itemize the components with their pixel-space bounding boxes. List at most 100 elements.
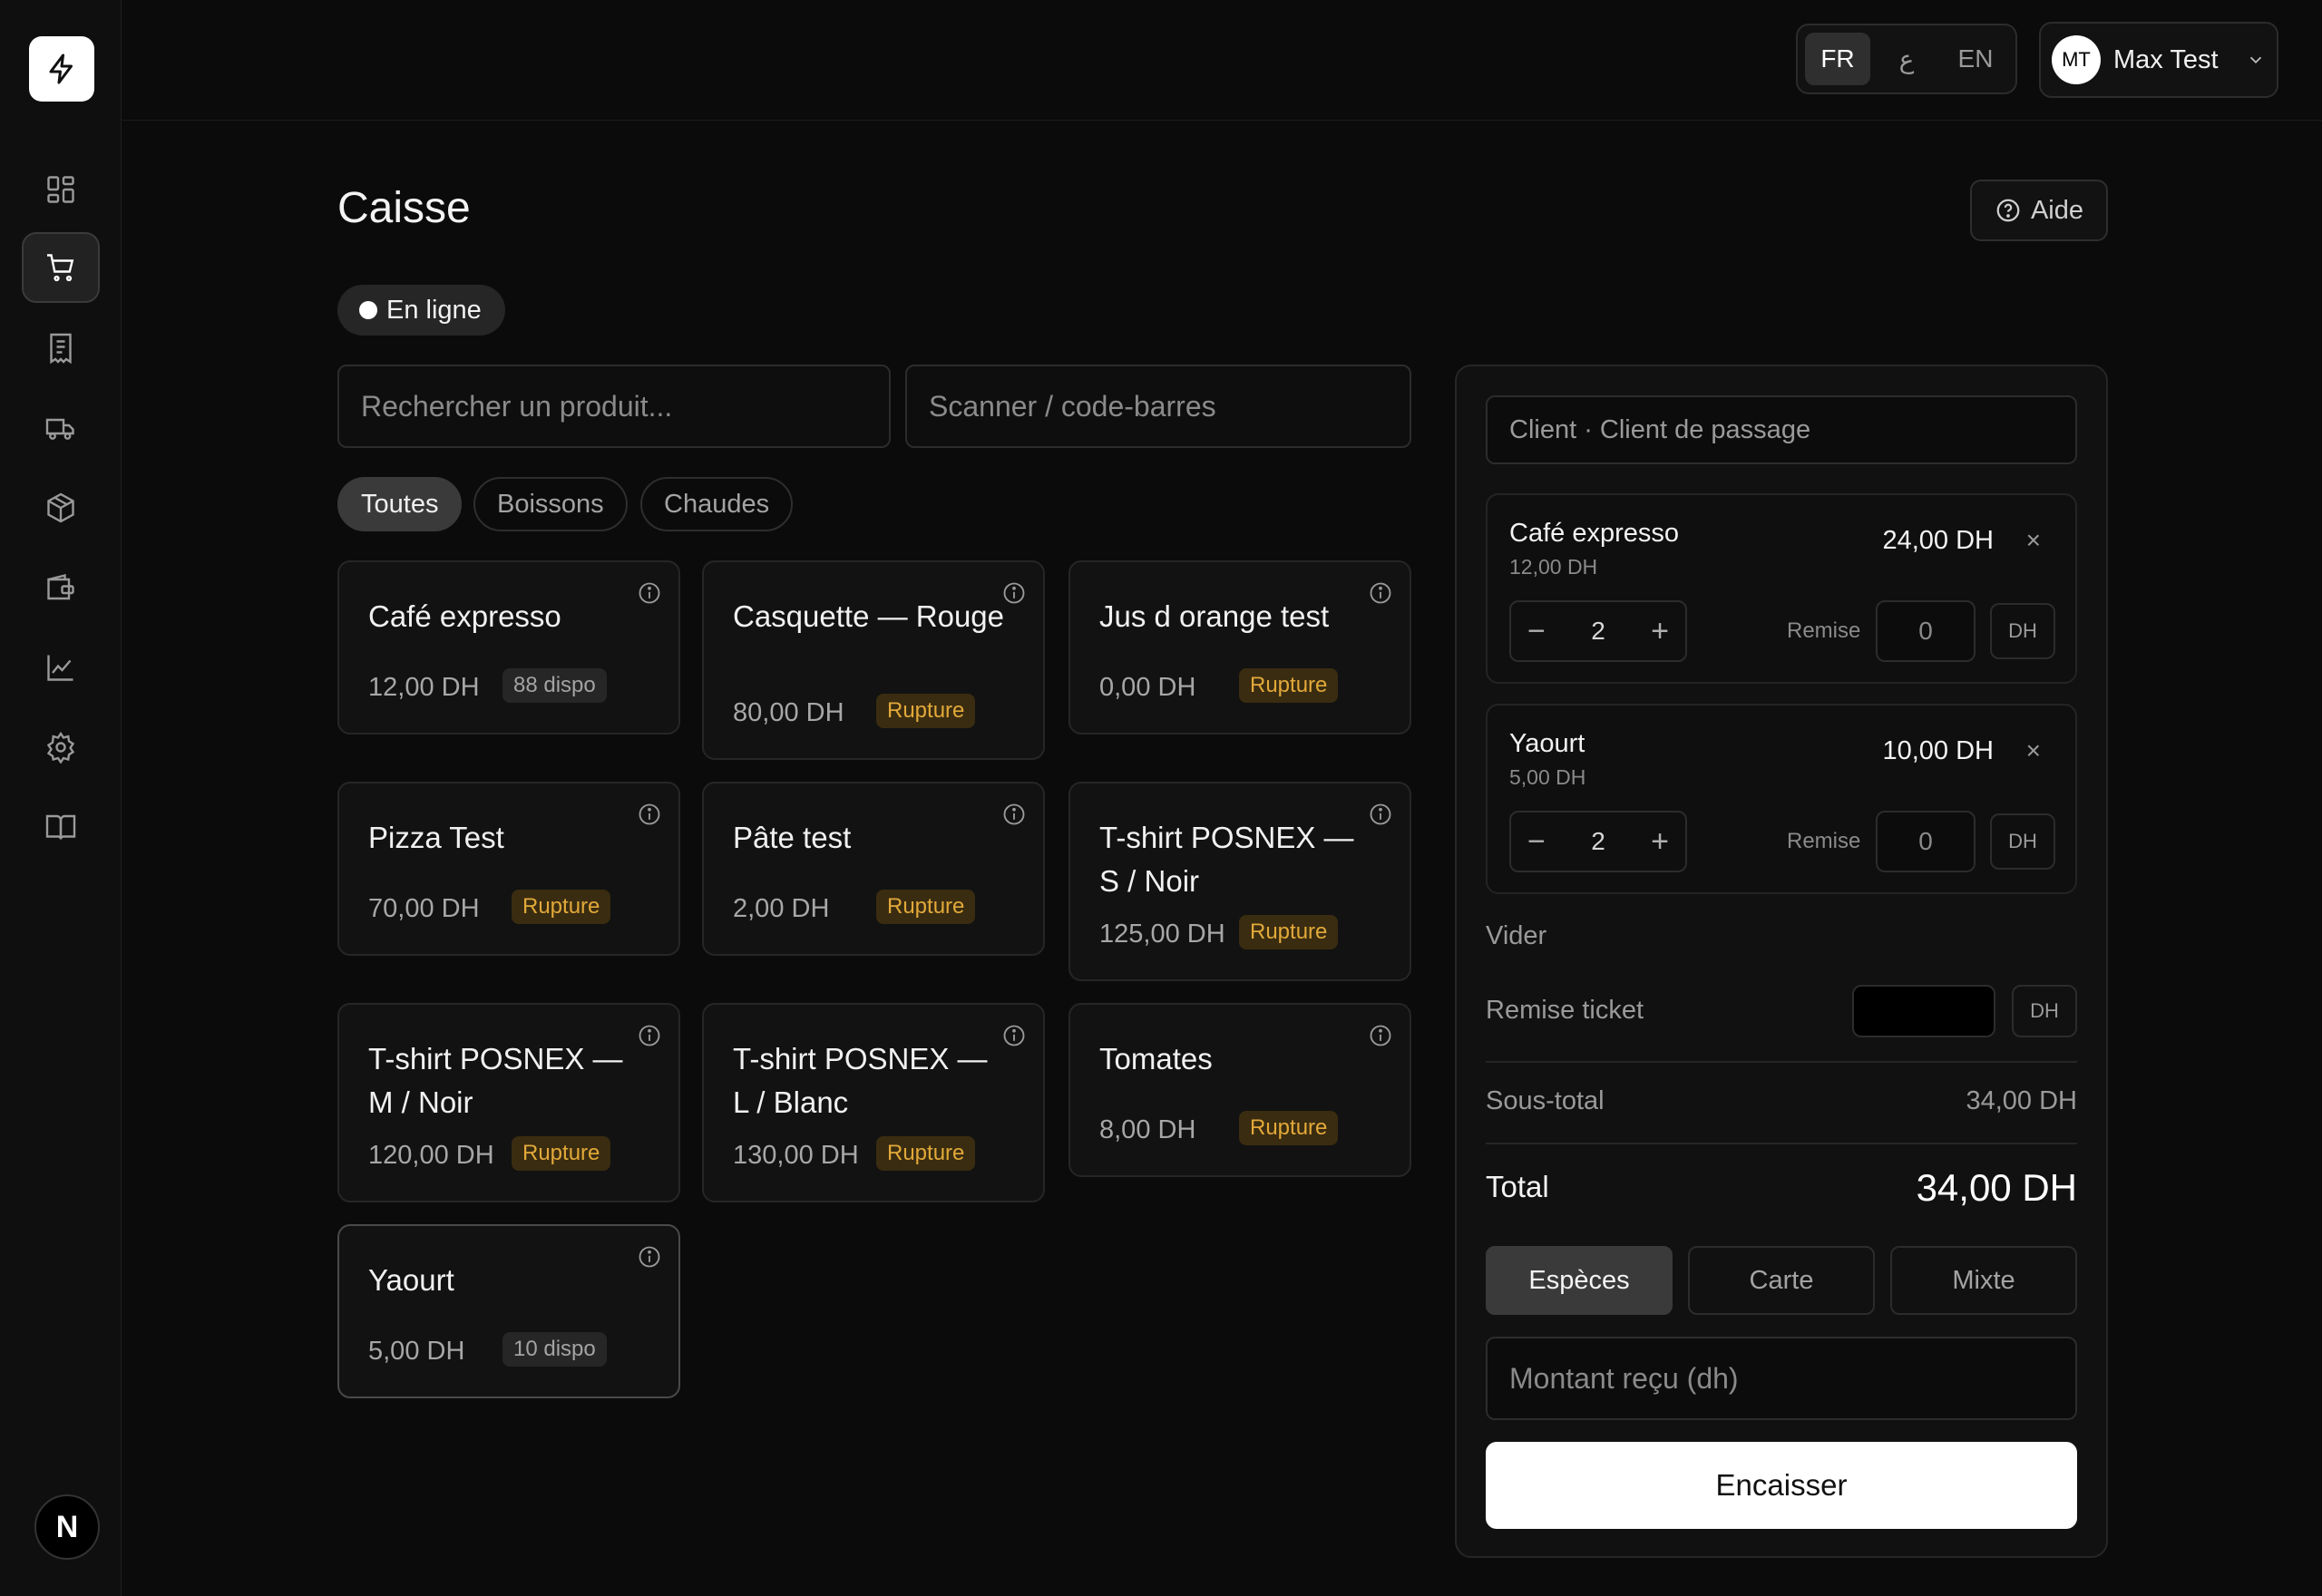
lang-fr-button[interactable]: FR (1805, 33, 1870, 85)
stock-badge: 10 dispo (502, 1332, 607, 1367)
info-icon[interactable] (1368, 802, 1393, 827)
next-badge[interactable]: N (34, 1494, 100, 1560)
sidebar-item-reports[interactable] (22, 632, 100, 703)
chevron-down-icon (2249, 56, 2262, 64)
sidebar-item-receipts[interactable] (22, 313, 100, 384)
product-price: 130,00 DH (733, 1141, 859, 1170)
wallet-icon (47, 573, 74, 600)
ticket-discount-label: Remise ticket (1486, 996, 1644, 1025)
decrement-minus-icon[interactable]: − (1527, 614, 1546, 649)
product-name: T-shirt POSNEX — L / Blanc (733, 1042, 988, 1119)
product-name: Café expresso (368, 599, 561, 633)
help-button[interactable]: Aide (1970, 180, 2108, 241)
user-menu-button[interactable]: MT Max Test (2039, 22, 2278, 98)
total-label: Total (1486, 1170, 1549, 1203)
payment-mixed-button[interactable]: Mixte (1890, 1246, 2077, 1315)
item-discount-input[interactable]: 0 (1876, 811, 1976, 872)
product-search-input[interactable] (337, 365, 891, 448)
sidebar-item-products[interactable] (22, 472, 100, 543)
increment-plus-icon[interactable]: + (1651, 824, 1669, 860)
cart-item-unit-price: 12,00 DH (1509, 555, 1598, 579)
barcode-input[interactable] (905, 365, 1411, 448)
cart-item-total: 24,00 DH (1882, 526, 1994, 555)
clear-cart-button[interactable]: Vider (1486, 921, 1546, 951)
product-price: 2,00 DH (733, 894, 830, 923)
cart-item-total: 10,00 DH (1882, 736, 1994, 765)
ticket-discount-input[interactable] (1852, 985, 1995, 1037)
info-icon[interactable] (637, 802, 662, 827)
quantity-value[interactable]: 2 (1591, 617, 1605, 646)
truck-icon (45, 418, 74, 440)
subtotal-value: 34,00 DH (1966, 1086, 2077, 1115)
amount-received-input[interactable]: Montant reçu (dh) (1486, 1337, 2077, 1420)
filter-boissons[interactable]: Boissons (473, 477, 628, 531)
info-icon[interactable] (1001, 802, 1027, 827)
remove-item-close-icon[interactable]: × (2026, 736, 2041, 765)
status-label: En ligne (386, 295, 482, 325)
product-name: Jus d orange test (1099, 599, 1330, 633)
info-icon[interactable] (1368, 580, 1393, 606)
logo-bolt-icon[interactable] (29, 36, 94, 102)
cart-item: Café expresso 12,00 DH 24,00 DH × − 2 + … (1486, 493, 2077, 684)
decrement-minus-icon[interactable]: − (1527, 824, 1546, 860)
sidebar-item-wallet[interactable] (22, 552, 100, 623)
filter-toutes[interactable]: Toutes (337, 477, 463, 531)
product-name: Tomates (1099, 1042, 1213, 1075)
stock-badge: Rupture (512, 890, 611, 924)
quantity-stepper: − 2 + (1509, 811, 1687, 872)
dashboard-icon (47, 176, 74, 203)
lang-ar-button[interactable]: ع (1874, 33, 1939, 85)
product-card[interactable]: Tomates 8,00 DH Rupture (1068, 1003, 1411, 1177)
stock-badge: Rupture (1239, 1111, 1339, 1145)
filter-chaudes[interactable]: Chaudes (640, 477, 794, 531)
product-card[interactable]: Jus d orange test 0,00 DH Rupture (1068, 560, 1411, 735)
product-card[interactable]: Casquette — Rouge 80,00 DH Rupture (702, 560, 1045, 760)
stock-badge: Rupture (1239, 915, 1339, 949)
sidebar-item-delivery[interactable] (22, 393, 100, 463)
info-icon[interactable] (1368, 1023, 1393, 1048)
cart-item: Yaourt 5,00 DH 10,00 DH × − 2 + Remise 0… (1486, 704, 2077, 894)
product-name: Pizza Test (368, 821, 504, 854)
currency-unit: DH (1990, 813, 2055, 870)
product-price: 8,00 DH (1099, 1115, 1196, 1144)
chart-icon (47, 655, 73, 681)
product-card[interactable]: Pâte test 2,00 DH Rupture (702, 782, 1045, 956)
product-card[interactable]: T-shirt POSNEX — S / Noir 125,00 DH Rupt… (1068, 782, 1411, 981)
package-icon (47, 492, 74, 523)
checkout-button[interactable]: Encaisser (1486, 1442, 2077, 1529)
subtotal-label: Sous-total (1486, 1086, 1605, 1115)
page-title: Caisse (337, 184, 471, 232)
payment-card-button[interactable]: Carte (1688, 1246, 1875, 1315)
info-icon[interactable] (637, 580, 662, 606)
sidebar-item-dashboard[interactable] (22, 154, 100, 225)
sidebar-item-docs[interactable] (22, 792, 100, 862)
product-card[interactable]: Yaourt 5,00 DH 10 dispo (337, 1224, 680, 1398)
product-price: 120,00 DH (368, 1141, 494, 1170)
cart-item-name: Yaourt (1509, 729, 1585, 758)
item-discount-input[interactable]: 0 (1876, 600, 1976, 662)
product-card[interactable]: T-shirt POSNEX — L / Blanc 130,00 DH Rup… (702, 1003, 1045, 1202)
sidebar-item-pos[interactable] (22, 232, 100, 303)
product-card[interactable]: Café expresso 12,00 DH 88 dispo (337, 560, 680, 735)
increment-plus-icon[interactable]: + (1651, 614, 1669, 649)
client-select[interactable]: Client · Client de passage (1486, 395, 2077, 464)
remove-item-close-icon[interactable]: × (2026, 526, 2041, 555)
cart-icon (47, 254, 74, 282)
avatar: MT (2052, 35, 2101, 84)
stock-badge: Rupture (876, 890, 976, 924)
divider (1486, 1061, 2077, 1063)
quantity-value[interactable]: 2 (1591, 827, 1605, 856)
help-circle-icon (1996, 199, 2020, 222)
info-icon[interactable] (637, 1244, 662, 1270)
sidebar-item-settings[interactable] (22, 712, 100, 783)
product-name: T-shirt POSNEX — M / Noir (368, 1042, 623, 1119)
info-icon[interactable] (637, 1023, 662, 1048)
info-icon[interactable] (1001, 1023, 1027, 1048)
lang-en-button[interactable]: EN (1943, 33, 2008, 85)
currency-unit: DH (1990, 603, 2055, 659)
info-icon[interactable] (1001, 580, 1027, 606)
product-card[interactable]: Pizza Test 70,00 DH Rupture (337, 782, 680, 956)
product-card[interactable]: T-shirt POSNEX — M / Noir 120,00 DH Rupt… (337, 1003, 680, 1202)
payment-cash-button[interactable]: Espèces (1486, 1246, 1673, 1315)
product-price: 5,00 DH (368, 1337, 465, 1366)
